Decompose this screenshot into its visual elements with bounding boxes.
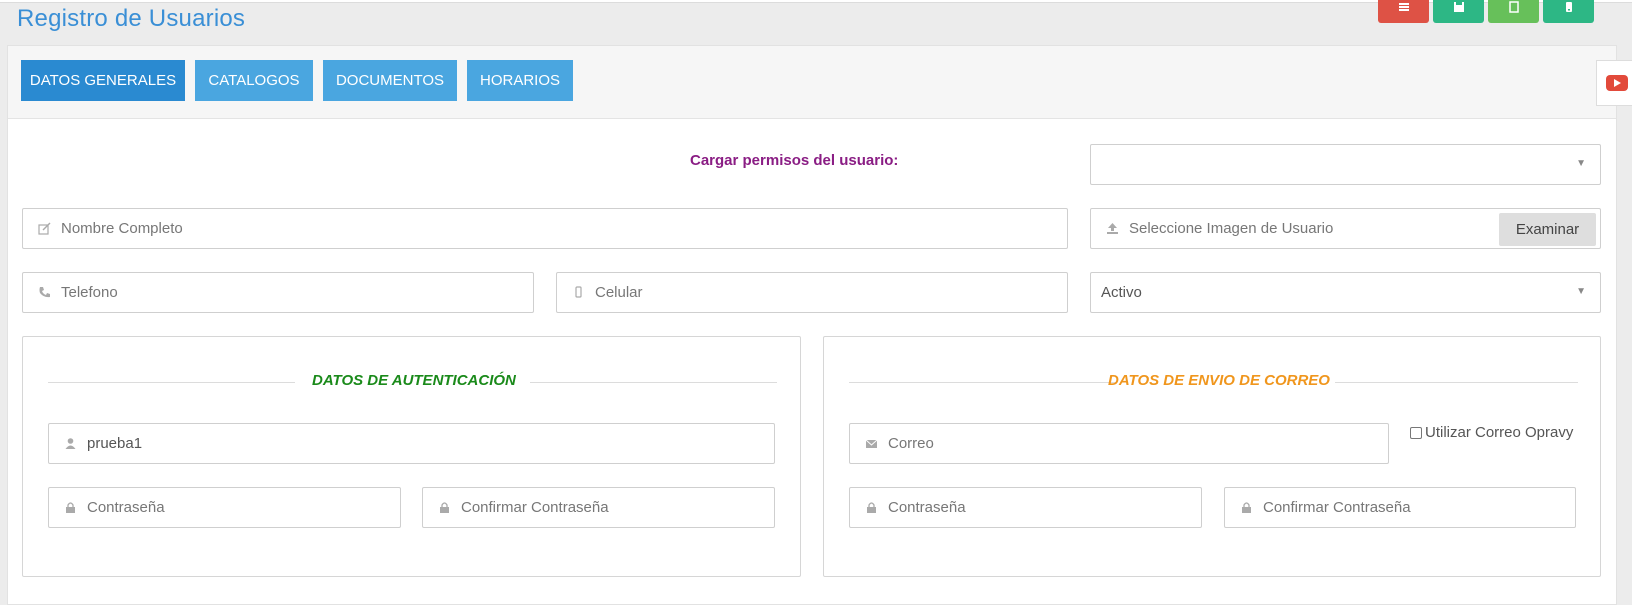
usuario-value: prueba1	[87, 435, 143, 452]
lock-icon	[1239, 501, 1253, 515]
mobile-phone-icon	[571, 286, 585, 300]
tab-documentos[interactable]: DOCUMENTOS	[323, 60, 457, 101]
autenticacion-title: DATOS DE AUTENTICACIÓN	[312, 372, 516, 389]
permisos-label: Cargar permisos del usuario:	[690, 152, 899, 169]
new-button[interactable]	[1488, 0, 1539, 23]
chevron-down-icon: ▼	[1576, 286, 1586, 297]
divider	[48, 382, 295, 383]
tab-horarios[interactable]: HORARIOS	[467, 60, 573, 101]
correo-confirm-password-input[interactable]: Confirmar Contraseña	[1224, 487, 1576, 528]
list-icon	[1398, 2, 1409, 11]
nombre-completo-placeholder: Nombre Completo	[61, 220, 183, 237]
youtube-side-button[interactable]	[1596, 60, 1632, 106]
correo-placeholder: Correo	[888, 435, 934, 452]
divider	[849, 382, 1116, 383]
auth-confirm-password-placeholder: Confirmar Contraseña	[461, 499, 609, 516]
user-icon	[63, 437, 77, 451]
celular-input[interactable]: Celular	[556, 272, 1068, 313]
mobile-button[interactable]	[1543, 0, 1594, 23]
usuario-input[interactable]: prueba1	[48, 423, 775, 464]
tab-catalogos[interactable]: CATALOGOS	[195, 60, 313, 101]
correo-password-input[interactable]: Contraseña	[849, 487, 1202, 528]
auth-password-input[interactable]: Contraseña	[48, 487, 401, 528]
save-button[interactable]	[1433, 0, 1484, 23]
list-button[interactable]	[1378, 0, 1429, 23]
save-icon	[1453, 1, 1464, 12]
correo-confirm-password-placeholder: Confirmar Contraseña	[1263, 499, 1411, 516]
auth-password-placeholder: Contraseña	[87, 499, 165, 516]
estado-select[interactable]: Activo ▼	[1090, 272, 1601, 313]
utilizar-correo-label: Utilizar Correo Opravy	[1425, 424, 1574, 441]
estado-select-value: Activo	[1101, 284, 1142, 301]
mobile-icon	[1565, 1, 1572, 12]
tab-datos-generales[interactable]: DATOS GENERALES	[21, 60, 185, 101]
telefono-input[interactable]: Telefono	[22, 272, 534, 313]
envelope-icon	[864, 437, 878, 451]
telefono-placeholder: Telefono	[61, 284, 118, 301]
correo-title: DATOS DE ENVIO DE CORREO	[1108, 372, 1330, 389]
imagen-usuario-input[interactable]: Seleccione Imagen de Usuario Examinar	[1090, 208, 1601, 249]
divider	[1335, 382, 1578, 383]
nombre-completo-input[interactable]: Nombre Completo	[22, 208, 1068, 249]
tabs-bar: DATOS GENERALES CATALOGOS DOCUMENTOS HOR…	[8, 46, 1616, 119]
examinar-button[interactable]: Examinar	[1499, 213, 1596, 246]
correo-password-placeholder: Contraseña	[888, 499, 966, 516]
celular-placeholder: Celular	[595, 284, 643, 301]
checkbox[interactable]	[1410, 426, 1422, 439]
new-document-icon	[1508, 0, 1519, 13]
correo-input[interactable]: Correo	[849, 423, 1389, 464]
divider	[530, 382, 777, 383]
lock-icon	[864, 501, 878, 515]
utilizar-correo-checkbox[interactable]: Utilizar Correo Opravy	[1410, 424, 1573, 441]
edit-icon	[37, 222, 51, 236]
youtube-icon	[1605, 75, 1628, 91]
permisos-select[interactable]: ▼	[1090, 144, 1601, 185]
upload-icon	[1105, 222, 1119, 236]
lock-icon	[63, 501, 77, 515]
lock-icon	[437, 501, 451, 515]
phone-icon	[37, 286, 51, 300]
chevron-down-icon: ▼	[1576, 158, 1586, 169]
toolbar	[1378, 0, 1594, 23]
auth-confirm-password-input[interactable]: Confirmar Contraseña	[422, 487, 775, 528]
page-title: Registro de Usuarios	[17, 5, 246, 32]
